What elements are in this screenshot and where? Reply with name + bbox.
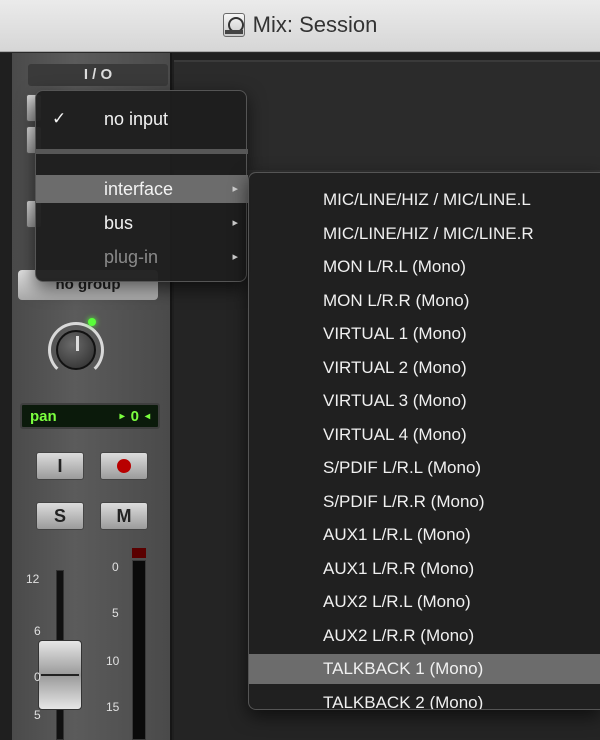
pan-left-arrow-icon: ◂ — [144, 410, 150, 422]
submenu-item[interactable]: VIRTUAL 4 (Mono) — [249, 420, 600, 450]
menu-item-label: plug-in — [104, 247, 159, 267]
submenu-item[interactable]: AUX1 L/R.L (Mono) — [249, 520, 600, 550]
checkmark-icon: ✓ — [52, 109, 67, 128]
submenu-arrow-icon: ▸ — [232, 183, 238, 195]
meter-scale-label: 5 — [112, 606, 119, 620]
submenu-item[interactable]: AUX1 L/R.R (Mono) — [249, 554, 600, 584]
meter-scale-label: 0 — [112, 560, 119, 574]
pan-label: pan — [30, 407, 57, 425]
menu-item-plug-in: plug-in ▸ — [36, 243, 248, 271]
solo-button[interactable]: S — [36, 502, 84, 530]
submenu-item[interactable]: VIRTUAL 3 (Mono) — [249, 386, 600, 416]
submenu-arrow-icon: ▸ — [232, 217, 238, 229]
pan-led-indicator — [88, 318, 96, 326]
submenu-item[interactable]: VIRTUAL 1 (Mono) — [249, 319, 600, 349]
io-section-header: I / O — [28, 64, 168, 86]
window-title: Mix: Session — [252, 12, 378, 37]
submenu-item[interactable]: TALKBACK 1 (Mono) — [249, 654, 600, 684]
menu-item-label: no input — [104, 109, 169, 129]
menu-separator — [36, 149, 248, 154]
pan-knob[interactable] — [56, 330, 96, 370]
interface-submenu: MIC/LINE/HIZ / MIC/LINE.L MIC/LINE/HIZ / … — [248, 172, 600, 710]
session-app-icon — [222, 13, 245, 37]
meter-scale-label: 15 — [106, 700, 120, 714]
input-monitor-button[interactable]: I — [36, 452, 84, 480]
fader-scale-label: 12 — [26, 572, 40, 586]
mute-button[interactable]: M — [100, 502, 148, 530]
fader-scale-label: 0 — [34, 670, 41, 684]
submenu-arrow-icon: ▸ — [232, 251, 238, 263]
pan-right-arrow-icon: ▸ — [119, 410, 125, 422]
clip-indicator[interactable] — [132, 548, 146, 558]
submenu-item[interactable]: S/PDIF L/R.L (Mono) — [249, 453, 600, 483]
window-titlebar: Mix: Session — [0, 0, 600, 52]
menu-item-interface[interactable]: interface ▸ — [36, 175, 248, 203]
menu-item-bus[interactable]: bus ▸ — [36, 209, 248, 237]
submenu-item[interactable]: AUX2 L/R.R (Mono) — [249, 621, 600, 651]
volume-fader-handle[interactable] — [38, 640, 82, 710]
menu-item-label: bus — [104, 213, 134, 233]
menu-item-no-input[interactable]: ✓ no input — [36, 105, 248, 133]
submenu-item[interactable]: VIRTUAL 2 (Mono) — [249, 353, 600, 383]
submenu-item[interactable]: MON L/R.R (Mono) — [249, 286, 600, 316]
input-selector-menu: ✓ no input interface ▸ bus ▸ plug-in ▸ — [35, 90, 248, 282]
submenu-item[interactable]: MON L/R.L (Mono) — [249, 252, 600, 282]
meter-scale-label: 10 — [106, 654, 120, 668]
pan-value: 0 — [130, 407, 139, 425]
level-meter — [132, 560, 146, 740]
submenu-item[interactable]: MIC/LINE/HIZ / MIC/LINE.R — [249, 219, 600, 249]
fader-scale-label: 5 — [34, 708, 41, 722]
pan-value-group: ▸ 0 ◂ — [120, 408, 150, 425]
pan-display[interactable]: pan ▸ 0 ◂ — [20, 403, 160, 429]
fader-scale-label: 6 — [34, 624, 41, 638]
submenu-item[interactable]: MIC/LINE/HIZ / MIC/LINE.L — [249, 185, 600, 215]
menu-item-label: interface — [104, 179, 174, 199]
submenu-item[interactable]: TALKBACK 2 (Mono) — [249, 688, 600, 710]
record-icon — [117, 458, 131, 473]
submenu-item[interactable]: S/PDIF L/R.R (Mono) — [249, 487, 600, 517]
submenu-item[interactable]: AUX2 L/R.L (Mono) — [249, 587, 600, 617]
record-enable-button[interactable] — [100, 452, 148, 480]
